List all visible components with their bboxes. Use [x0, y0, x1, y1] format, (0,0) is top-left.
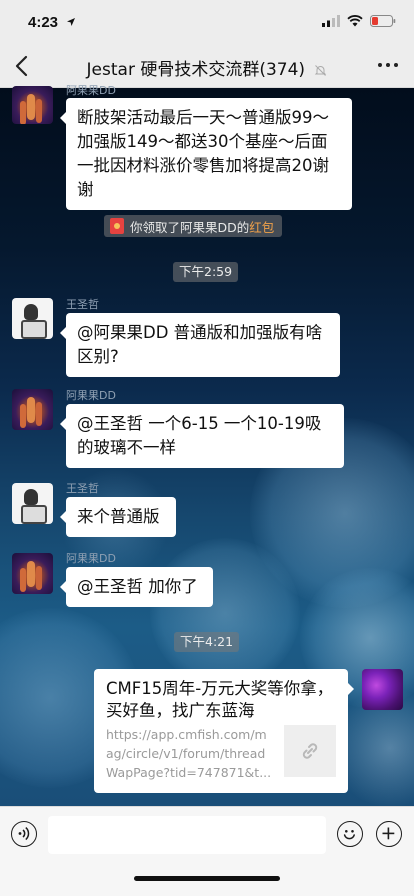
link-icon [302, 743, 318, 759]
plus-button[interactable] [376, 821, 402, 847]
sender-name: 阿果果DD [66, 389, 116, 402]
status-indicators [322, 15, 396, 27]
emoji-button[interactable] [337, 821, 363, 847]
red-packet-link[interactable]: 红包 [249, 217, 274, 236]
link-card-message[interactable]: CMF15周年-万元大奖等你拿，买好鱼，找广东蓝海 https://app.cm… [94, 669, 354, 793]
red-packet-icon [110, 218, 124, 234]
back-chevron-icon[interactable] [12, 54, 34, 78]
system-notice-text: 你领取了阿果果DD的 [130, 219, 250, 235]
plus-icon [382, 827, 395, 840]
more-dots-icon[interactable] [378, 63, 398, 67]
chat-header: Jestar 硬骨技术交流群(374) [0, 44, 414, 88]
link-card-url: https://app.cmfish.com/mag/circle/v1/for… [106, 727, 272, 780]
chat-title-text: Jestar 硬骨技术交流群(374) [86, 60, 306, 80]
message-bubble[interactable]: @王圣哲 一个6-15 一个10-19吸的玻璃不一样 [60, 404, 344, 468]
message-bubble[interactable]: @王圣哲 加你了 [60, 567, 213, 607]
avatar[interactable] [12, 86, 53, 124]
message-bubble[interactable]: @阿果果DD 普通版和加强版有啥区别? [60, 313, 340, 377]
location-arrow-icon [67, 18, 75, 26]
message-text: @阿果果DD 普通版和加强版有啥区别? [77, 323, 323, 366]
avatar[interactable] [12, 483, 53, 524]
mute-bell-icon [315, 64, 327, 76]
wifi-icon [347, 15, 363, 27]
message-text: @王圣哲 加你了 [77, 577, 198, 596]
input-bar [0, 806, 414, 896]
sender-name: 阿果果DD [66, 552, 116, 565]
message-text: @王圣哲 一个6-15 一个10-19吸的玻璃不一样 [77, 414, 322, 457]
avatar[interactable] [12, 298, 53, 339]
timestamp: 下午4:21 [174, 632, 240, 652]
system-notice: 你领取了阿果果DD的 红包 [104, 215, 283, 237]
avatar[interactable] [12, 389, 53, 430]
home-indicator[interactable] [134, 876, 280, 881]
avatar[interactable] [362, 669, 403, 710]
emoji-icon [343, 830, 355, 840]
status-time: 4:23 [28, 14, 59, 31]
message-text: 来个普通版 [77, 507, 160, 526]
voice-button[interactable] [11, 821, 37, 847]
message-text: 断肢架活动最后一天～普通版99～加强版149～都送30个基座～后面一批因材料涨价… [77, 108, 329, 199]
sender-name: 阿果果DD [66, 84, 116, 97]
message-input[interactable] [48, 816, 326, 854]
link-card-thumbnail [284, 725, 336, 777]
chat-title: Jestar 硬骨技术交流群(374) [60, 55, 354, 80]
status-bar: 4:23 [0, 0, 414, 44]
avatar[interactable] [12, 553, 53, 594]
message-bubble[interactable]: 断肢架活动最后一天～普通版99～加强版149～都送30个基座～后面一批因材料涨价… [60, 98, 352, 210]
link-card-title: CMF15周年-万元大奖等你拿，买好鱼，找广东蓝海 [106, 679, 334, 720]
sender-name: 王圣哲 [66, 298, 99, 311]
voice-icon [18, 826, 30, 841]
signal-icon [322, 15, 340, 27]
battery-icon [370, 15, 396, 27]
timestamp: 下午2:59 [173, 262, 239, 282]
message-bubble[interactable]: 来个普通版 [60, 497, 176, 537]
sender-name: 王圣哲 [66, 482, 99, 495]
